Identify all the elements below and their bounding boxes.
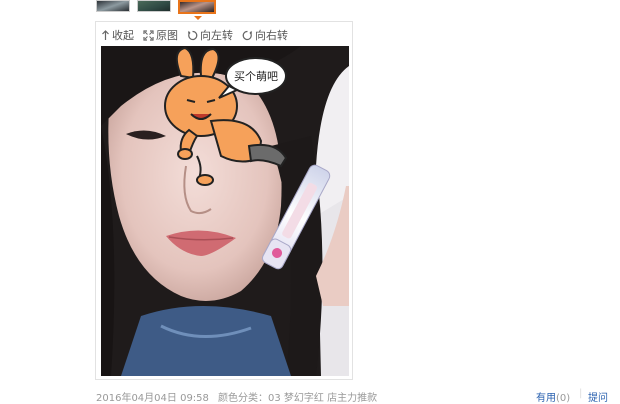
review-photo-thumbnail-selected[interactable] [178,0,216,20]
original-image-button[interactable]: 原图 [143,27,178,43]
product-spec: 颜色分类：03 梦幻字红 店主力推款 [218,393,378,404]
divider: | [579,388,583,399]
rotate-left-button[interactable]: 向左转 [187,27,233,43]
rotate-left-icon [187,30,198,40]
rotate-right-button[interactable]: 向右转 [242,27,288,43]
expand-icon [143,29,154,41]
useful-count: (0) [556,393,571,404]
collapse-label: 收起 [112,29,134,42]
arrow-up-icon [102,29,109,40]
thumbnail-strip [96,0,216,20]
original-image-label: 原图 [156,29,178,42]
collapse-button[interactable]: 收起 [101,27,134,43]
sticker-text: 买个萌吧 [234,69,278,83]
photo-viewer: 收起 原图 向左转 向右转 买个萌吧 [95,21,353,380]
rotate-right-label: 向右转 [255,29,288,42]
review-photo-thumbnail[interactable] [137,0,171,12]
review-photo[interactable]: 买个萌吧 [101,46,349,376]
ask-question-link[interactable]: 提问 [588,389,608,404]
review-photo-thumbnail[interactable] [96,0,130,12]
review-date: 2016年04月04日 09:58 [96,393,209,404]
useful-label: 有用 [536,393,556,404]
rotate-left-label: 向左转 [200,29,233,42]
rotate-right-icon [242,30,253,40]
review-photo-illustration: 买个萌吧 [101,46,349,376]
review-meta: 2016年04月04日 09:58 颜色分类：03 梦幻字红 店主力推款 有用(… [96,388,620,404]
useful-button[interactable]: 有用(0) [536,389,570,404]
selected-indicator-arrow [194,16,202,20]
viewer-toolbar: 收起 原图 向左转 向右转 [101,27,288,43]
